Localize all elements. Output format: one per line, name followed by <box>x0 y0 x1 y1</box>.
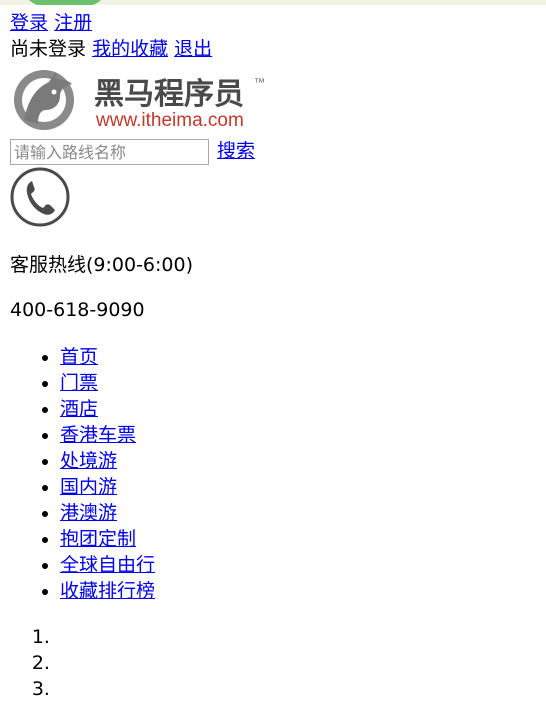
brand-name: 黑马程序员 <box>94 77 244 111</box>
nav-link-global-free-travel[interactable]: 全球自由行 <box>60 554 155 576</box>
nav-link-home[interactable]: 首页 <box>60 346 98 368</box>
nav-item: 全球自由行 <box>60 552 155 578</box>
user-status-bar: 尚未登录 我的收藏 退出 <box>10 37 212 61</box>
auth-links: 登录 注册 <box>10 11 92 35</box>
my-favorites-link[interactable]: 我的收藏 <box>92 38 168 60</box>
nav-link-group-custom[interactable]: 抱团定制 <box>60 528 136 550</box>
top-decor-accent <box>22 0 108 5</box>
register-link[interactable]: 注册 <box>54 12 92 34</box>
brand-url: www.itheima.com <box>95 110 244 131</box>
phone-icon <box>10 167 70 227</box>
nav-link-outbound-tours[interactable]: 处境游 <box>60 450 117 472</box>
nav-link-hotels[interactable]: 酒店 <box>60 398 98 420</box>
route-search-input[interactable] <box>10 139 209 165</box>
nav-item: 港澳游 <box>60 500 155 526</box>
search-button[interactable]: 搜索 <box>217 139 255 163</box>
hotline-label: 客服热线(9:00-6:00) <box>10 254 194 276</box>
nav-link-domestic-tours[interactable]: 国内游 <box>60 476 117 498</box>
nav-link-hk-bus-tickets[interactable]: 香港车票 <box>60 424 136 446</box>
nav-item: 首页 <box>60 344 155 370</box>
nav-item: 抱团定制 <box>60 526 155 552</box>
nav-link-favorites-ranking[interactable]: 收藏排行榜 <box>60 580 155 602</box>
nav-link-tickets[interactable]: 门票 <box>60 372 98 394</box>
nav-item: 酒店 <box>60 396 155 422</box>
main-nav: 首页 门票 酒店 香港车票 处境游 国内游 港澳游 抱团定制 全球自由行 收藏排… <box>0 344 155 604</box>
login-link[interactable]: 登录 <box>10 12 48 34</box>
nav-link-hk-macau-tours[interactable]: 港澳游 <box>60 502 117 524</box>
horse-emblem-icon <box>14 70 74 130</box>
nav-item: 门票 <box>60 370 155 396</box>
nav-item: 国内游 <box>60 474 155 500</box>
logout-link[interactable]: 退出 <box>174 38 212 60</box>
nav-item: 收藏排行榜 <box>60 578 155 604</box>
trademark-mark: ™ <box>254 77 265 89</box>
login-status-text: 尚未登录 <box>10 38 87 60</box>
top-decor-strip <box>0 0 546 5</box>
nav-item: 处境游 <box>60 448 155 474</box>
hotline-number: 400-618-9090 <box>10 299 145 321</box>
ordered-list <box>0 624 56 702</box>
nav-item: 香港车票 <box>60 422 155 448</box>
logo: 黑马程序员 ™ www.itheima.com <box>14 70 265 131</box>
